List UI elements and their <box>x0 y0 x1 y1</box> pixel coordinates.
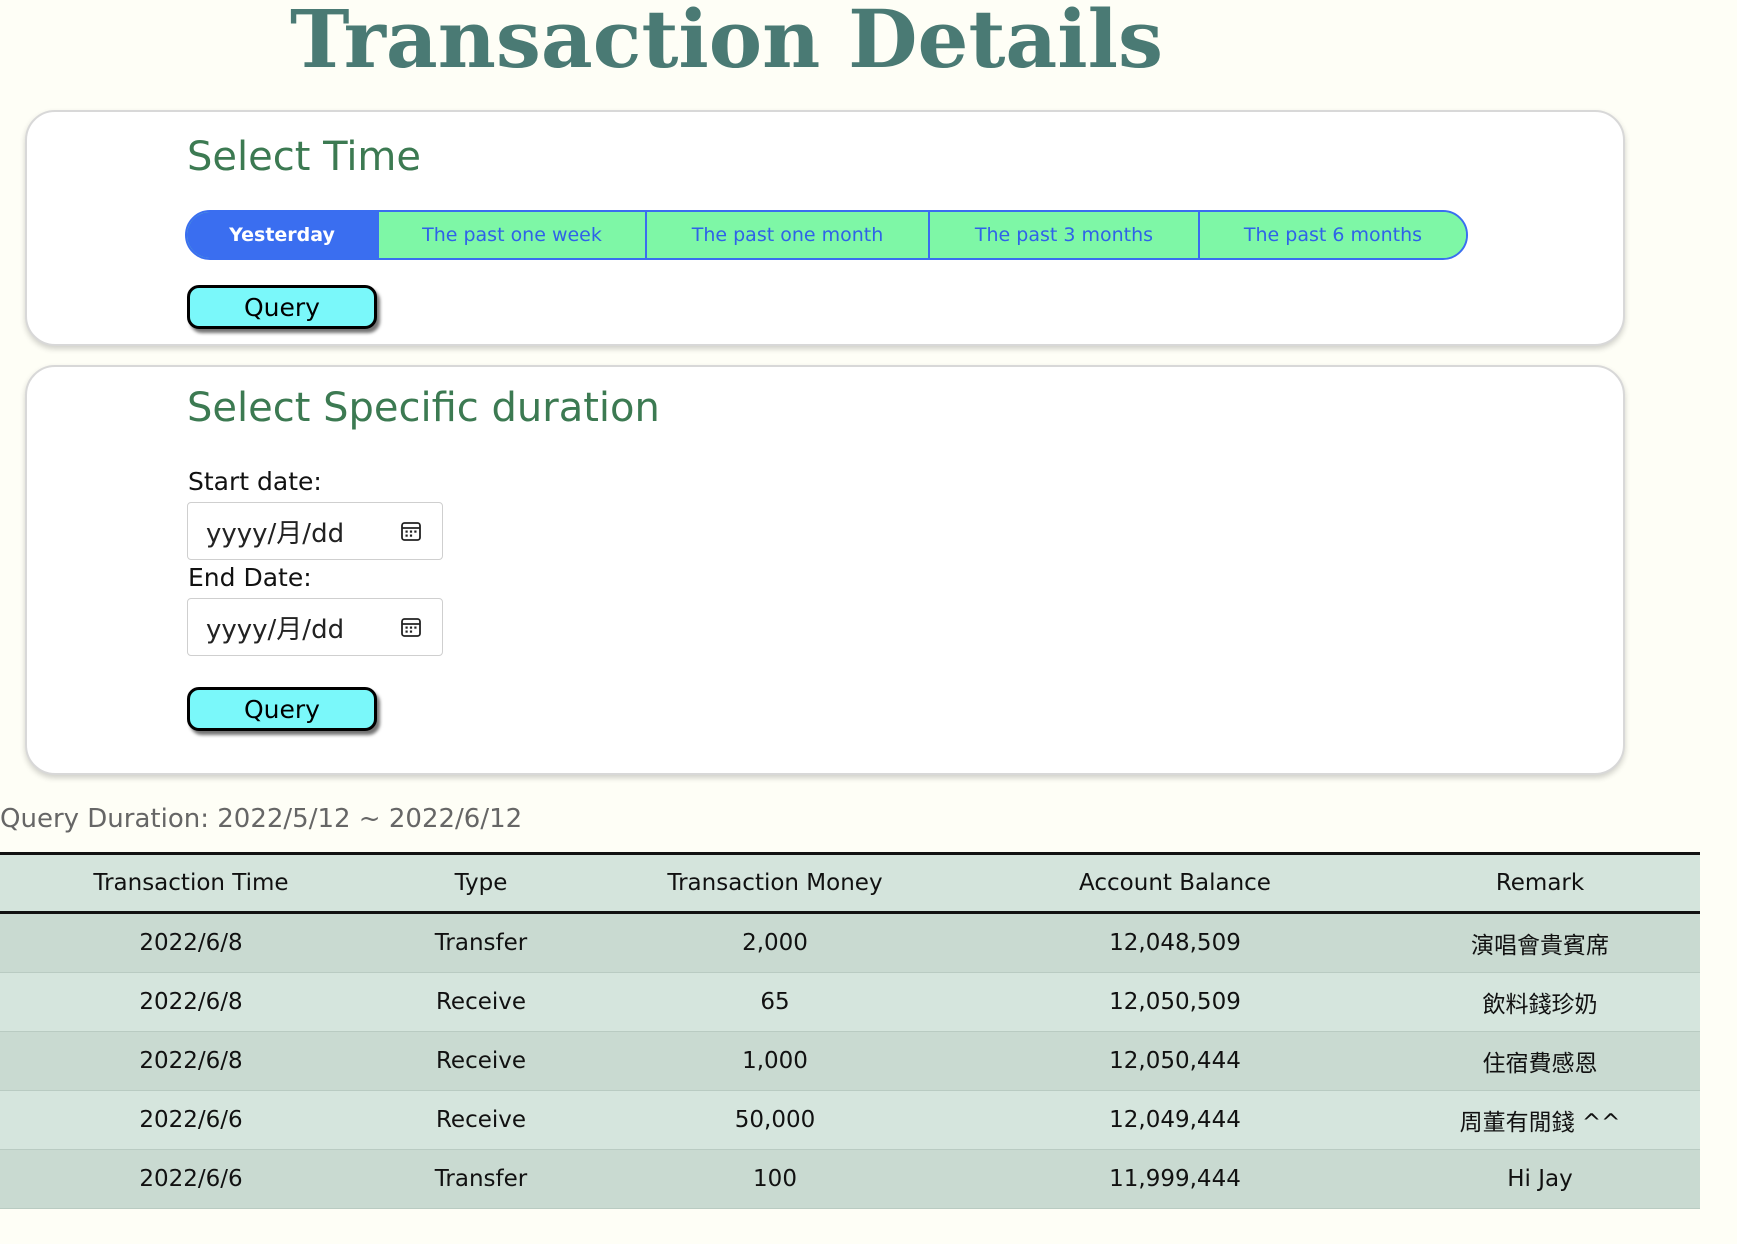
duration-query-button[interactable]: Query <box>187 687 377 731</box>
end-date-label: End Date: <box>188 563 312 592</box>
option-yesterday[interactable]: Yesterday <box>187 212 377 258</box>
calendar-icon[interactable] <box>400 616 422 638</box>
table-header-row: Transaction Time Type Transaction Money … <box>0 853 1700 913</box>
table-row: 2022/6/8 Receive 1,000 12,050,444 住宿費感恩 <box>0 1031 1700 1091</box>
specific-duration-panel: Select Specific duration Start date: yyy… <box>25 365 1625 775</box>
cell-transaction-time: 2022/6/8 <box>0 1031 382 1091</box>
cell-transaction-time: 2022/6/8 <box>0 912 382 973</box>
cell-type: Receive <box>382 1090 580 1150</box>
start-date-placeholder: yyyy/月/dd <box>206 518 345 549</box>
column-header-account-balance: Account Balance <box>1079 870 1271 896</box>
time-range-selector: Yesterday The past one week The past one… <box>185 210 1468 260</box>
end-date-placeholder: yyyy/月/dd <box>206 614 345 645</box>
cell-transaction-money: 100 <box>580 1149 970 1209</box>
cell-account-balance: 11,999,444 <box>970 1149 1380 1209</box>
cell-transaction-time: 2022/6/8 <box>0 972 382 1032</box>
cell-type: Transfer <box>382 912 580 973</box>
cell-remark: 周董有閒錢 ^^ <box>1380 1090 1700 1150</box>
select-time-panel: Select Time Yesterday The past one week … <box>25 110 1625 346</box>
select-time-heading: Select Time <box>187 134 422 180</box>
column-header-remark: Remark <box>1495 870 1585 896</box>
cell-type: Receive <box>382 1031 580 1091</box>
cell-transaction-money: 2,000 <box>580 912 970 973</box>
cell-transaction-money: 65 <box>580 972 970 1032</box>
column-header-transaction-money: Transaction Money <box>667 870 883 896</box>
table-row: 2022/6/6 Receive 50,000 12,049,444 周董有閒錢… <box>0 1090 1700 1150</box>
cell-remark: 住宿費感恩 <box>1380 1031 1700 1091</box>
start-date-label: Start date: <box>188 467 322 496</box>
column-header-type: Type <box>454 870 508 896</box>
table-row: 2022/6/8 Receive 65 12,050,509 飲料錢珍奶 <box>0 972 1700 1032</box>
option-past-6-months[interactable]: The past 6 months <box>1198 212 1466 258</box>
cell-account-balance: 12,050,444 <box>970 1031 1380 1091</box>
cell-transaction-money: 50,000 <box>580 1090 970 1150</box>
table-row: 2022/6/6 Transfer 100 11,999,444 Hi Jay <box>0 1149 1700 1209</box>
cell-type: Transfer <box>382 1149 580 1209</box>
start-date-input[interactable]: yyyy/月/dd <box>187 502 443 560</box>
column-header-transaction-time: Transaction Time <box>93 870 289 896</box>
table-row: 2022/6/8 Transfer 2,000 12,048,509 演唱會貴賓… <box>0 912 1700 973</box>
time-query-button[interactable]: Query <box>187 285 377 329</box>
cell-transaction-time: 2022/6/6 <box>0 1149 382 1209</box>
cell-account-balance: 12,048,509 <box>970 912 1380 973</box>
calendar-icon[interactable] <box>400 520 422 542</box>
cell-remark: 飲料錢珍奶 <box>1380 972 1700 1032</box>
end-date-input[interactable]: yyyy/月/dd <box>187 598 443 656</box>
specific-duration-heading: Select Specific duration <box>187 385 660 431</box>
transaction-table: Transaction Time Type Transaction Money … <box>0 852 1700 1209</box>
cell-type: Receive <box>382 972 580 1032</box>
cell-account-balance: 12,049,444 <box>970 1090 1380 1150</box>
option-past-one-month[interactable]: The past one month <box>645 212 928 258</box>
option-past-3-months[interactable]: The past 3 months <box>928 212 1198 258</box>
page-title: Transaction Details <box>290 0 1164 86</box>
option-past-one-week[interactable]: The past one week <box>377 212 645 258</box>
query-duration-text: Query Duration: 2022/5/12 ~ 2022/6/12 <box>0 804 523 834</box>
cell-remark: Hi Jay <box>1380 1149 1700 1209</box>
cell-remark: 演唱會貴賓席 <box>1380 912 1700 973</box>
cell-account-balance: 12,050,509 <box>970 972 1380 1032</box>
cell-transaction-money: 1,000 <box>580 1031 970 1091</box>
cell-transaction-time: 2022/6/6 <box>0 1090 382 1150</box>
